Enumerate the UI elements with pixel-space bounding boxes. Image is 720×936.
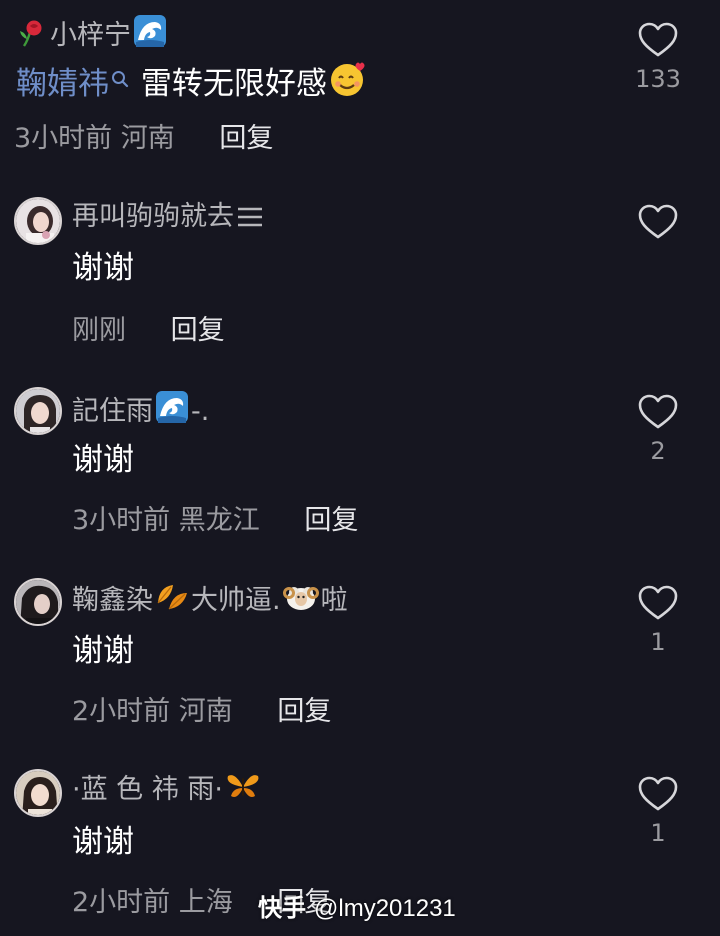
wave-icon xyxy=(155,390,189,433)
avatar[interactable] xyxy=(14,769,62,817)
reply-button[interactable]: 回复 xyxy=(219,123,273,154)
reply-username-suffix[interactable]: 啦 xyxy=(321,585,348,616)
reply-username-mid[interactable]: 大帅逼. xyxy=(191,585,281,616)
ram-icon xyxy=(282,581,319,622)
comment-top: 小梓宁 鞠婧祎 雷转无限好感 3小时前 河南 回复 133 xyxy=(0,0,720,180)
reply-item: 再叫驹驹就去 谢谢 刚刚 回复 xyxy=(0,192,720,372)
search-icon xyxy=(111,58,129,98)
reply-item: 鞠鑫染 大帅逼. 啦 谢谢 2小时前 河南 回复 1 xyxy=(0,575,720,755)
comment-username-row[interactable]: 小梓宁 xyxy=(16,14,169,57)
avatar[interactable] xyxy=(14,197,62,245)
reply-text: 谢谢 xyxy=(72,633,134,669)
avatar[interactable] xyxy=(14,387,62,435)
heart-icon[interactable] xyxy=(638,204,678,240)
butterfly-icon xyxy=(225,772,261,811)
reply-username[interactable]: 再叫驹驹就去 xyxy=(72,201,234,232)
heart-icon[interactable] xyxy=(638,394,678,430)
reply-username[interactable]: 記住雨 xyxy=(72,396,153,427)
mention-link[interactable]: 鞠婧祎 xyxy=(16,66,109,102)
comment-time: 3小时前 xyxy=(14,123,113,154)
like-button[interactable] xyxy=(634,204,682,240)
reply-button[interactable]: 回复 xyxy=(277,696,331,727)
reply-meta: 3小时前 黑龙江 回复 xyxy=(72,504,358,538)
like-count: 2 xyxy=(650,437,666,465)
reply-time: 3小时前 xyxy=(72,505,171,536)
like-count: 1 xyxy=(650,819,666,847)
watermark: 快手 @lmy201231 xyxy=(258,893,456,925)
like-button[interactable]: 1 xyxy=(634,776,682,848)
reply-username-row[interactable]: ·蓝 色 祎 雨· xyxy=(72,772,263,811)
reply-username[interactable]: 鞠鑫染 xyxy=(72,585,153,616)
watermark-logo: 快手 xyxy=(258,895,306,922)
comment-body: 鞠婧祎 雷转无限好感 xyxy=(16,58,369,108)
smiling-face-with-hearts-icon xyxy=(329,60,367,108)
reply-text: 谢谢 xyxy=(72,250,134,286)
reply-meta: 2小时前 河南 回复 xyxy=(72,695,331,729)
heart-icon[interactable] xyxy=(638,776,678,812)
comment-username[interactable]: 小梓宁 xyxy=(50,20,131,51)
reply-username[interactable]: ·蓝 色 祎 雨· xyxy=(72,774,223,805)
wave-icon xyxy=(133,14,167,57)
reply-button[interactable]: 回复 xyxy=(304,505,358,536)
comment-location: 河南 xyxy=(120,123,175,154)
comment-text: 雷转无限好感 xyxy=(140,66,327,102)
like-button[interactable]: 2 xyxy=(634,394,682,466)
reply-time: 2小时前 xyxy=(72,887,171,918)
reply-text: 谢谢 xyxy=(72,824,134,860)
reply-time: 2小时前 xyxy=(72,696,171,727)
reply-location: 河南 xyxy=(178,696,233,727)
reply-button[interactable]: 回复 xyxy=(171,315,225,346)
reply-meta: 刚刚 回复 xyxy=(72,314,225,348)
menu-lines-icon xyxy=(236,204,264,238)
reply-username-row[interactable]: 再叫驹驹就去 xyxy=(72,200,266,238)
reply-item: 記住雨 -. 谢谢 3小时前 黑龙江 回复 2 xyxy=(0,384,720,564)
heart-icon[interactable] xyxy=(638,585,678,621)
leaves-icon xyxy=(155,581,189,622)
reply-location: 上海 xyxy=(178,887,233,918)
reply-time: 刚刚 xyxy=(72,315,126,346)
comment-meta: 3小时前 河南 回复 xyxy=(14,122,273,156)
like-button[interactable]: 133 xyxy=(634,22,682,94)
like-button[interactable]: 1 xyxy=(634,585,682,657)
avatar[interactable] xyxy=(14,578,62,626)
reply-username-row[interactable]: 記住雨 -. xyxy=(72,390,209,433)
reply-username-suffix[interactable]: -. xyxy=(191,396,209,427)
watermark-handle: @lmy201231 xyxy=(314,895,456,922)
rose-icon xyxy=(18,18,48,57)
like-count: 1 xyxy=(650,628,666,656)
reply-username-row[interactable]: 鞠鑫染 大帅逼. 啦 xyxy=(72,581,348,622)
like-count: 133 xyxy=(635,65,681,93)
heart-icon[interactable] xyxy=(638,22,678,58)
reply-text: 谢谢 xyxy=(72,442,134,478)
reply-location: 黑龙江 xyxy=(178,505,260,536)
